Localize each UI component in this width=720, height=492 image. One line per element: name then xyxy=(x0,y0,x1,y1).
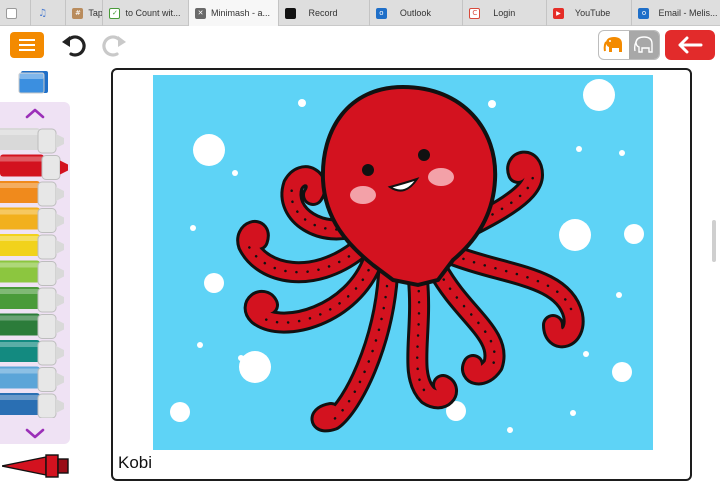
octopus-picture[interactable] xyxy=(153,75,653,450)
mode-outline-button[interactable] xyxy=(629,31,659,59)
hamburger-icon xyxy=(19,39,35,51)
mode-color-button[interactable] xyxy=(599,31,629,59)
tab-email[interactable]: o Email - Melis... xyxy=(632,0,720,26)
login-icon: C xyxy=(469,7,481,19)
marker-list xyxy=(0,102,70,444)
tab-3[interactable]: # Tap xyxy=(66,0,104,26)
marker-6[interactable] xyxy=(0,260,64,286)
undo-button[interactable] xyxy=(60,31,88,59)
marker-3[interactable] xyxy=(0,181,64,207)
tab-outlook[interactable]: o Outlook xyxy=(370,0,464,26)
app-toolbar xyxy=(0,27,720,67)
tab-minimash[interactable]: ✕ Minimash - a... xyxy=(189,0,279,26)
tab-record[interactable]: Record xyxy=(279,0,370,26)
marker-2[interactable] xyxy=(0,154,68,180)
elephant-outline-icon xyxy=(633,36,653,53)
arrow-left-icon xyxy=(678,36,703,54)
marker-5[interactable] xyxy=(0,234,64,260)
marker-1[interactable] xyxy=(0,128,64,154)
outlook-icon: o xyxy=(638,7,650,19)
outlook-icon: o xyxy=(375,7,387,19)
browser-tab-strip: ♫ # Tap ✓ to Count wit... ✕ Minimash - a… xyxy=(0,0,720,26)
drawing-canvas[interactable]: Kobi xyxy=(111,68,692,481)
grid-icon: # xyxy=(72,7,84,19)
music-icon: ♫ xyxy=(38,7,48,19)
eraser-icon[interactable] xyxy=(18,69,50,95)
scroll-up-button[interactable] xyxy=(0,102,70,124)
artwork-caption: Kobi xyxy=(118,453,153,472)
redo-button[interactable] xyxy=(100,31,128,59)
marker-9[interactable] xyxy=(0,340,64,366)
undo-icon xyxy=(62,35,86,57)
chevron-up-icon xyxy=(25,108,45,119)
marker-7[interactable] xyxy=(0,287,64,313)
tab-2[interactable]: ♫ xyxy=(31,0,67,26)
chevron-down-icon xyxy=(25,428,45,439)
elephant-color-icon xyxy=(603,37,622,52)
marker-11[interactable] xyxy=(0,393,64,418)
mode-toggle xyxy=(598,30,660,60)
record-icon xyxy=(284,7,296,19)
marker-8[interactable] xyxy=(0,313,64,339)
marker-stack xyxy=(0,128,68,418)
marker-4[interactable] xyxy=(0,207,64,233)
pen-icon[interactable] xyxy=(2,453,70,479)
scroll-down-button[interactable] xyxy=(0,422,70,444)
marker-10[interactable] xyxy=(0,366,64,392)
menu-button[interactable] xyxy=(10,32,44,58)
tab-youtube[interactable]: ▶ YouTube xyxy=(547,0,633,26)
youtube-icon: ▶ xyxy=(552,7,564,19)
back-button[interactable] xyxy=(665,30,715,60)
check-icon: ✓ xyxy=(109,7,121,19)
tab-1[interactable] xyxy=(0,0,32,26)
tab-login[interactable]: C Login xyxy=(463,0,547,26)
redo-icon xyxy=(102,35,126,57)
doc-icon xyxy=(6,7,17,19)
page-scrollbar[interactable] xyxy=(712,220,716,262)
close-icon[interactable]: ✕ xyxy=(195,7,207,19)
tab-4[interactable]: ✓ to Count wit... xyxy=(103,0,190,26)
color-palette xyxy=(0,67,72,492)
